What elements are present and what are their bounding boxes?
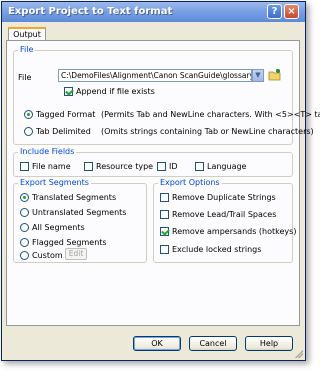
- untranslated-segments-label[interactable]: Untranslated Segments: [32, 208, 126, 217]
- output-tab-panel: File File C:\DemoFiles\Alignment\Canon S…: [6, 40, 320, 326]
- remove-duplicates-checkbox[interactable]: [160, 193, 169, 202]
- ok-button[interactable]: OK: [133, 336, 181, 351]
- exclude-locked-label[interactable]: Exclude locked strings: [172, 245, 261, 254]
- untranslated-segments-radio[interactable]: [20, 208, 29, 217]
- file-group-legend: File: [18, 45, 36, 54]
- tab-delimited-description: (Omits strings containing Tab or NewLine…: [101, 127, 314, 136]
- export-segments-group: Export Segments Translated Segments Untr…: [13, 178, 147, 263]
- tagged-format-radio[interactable]: [24, 110, 33, 119]
- file-path-combobox[interactable]: C:\DemoFiles\Alignment\Canon ScanGuide\g…: [58, 69, 252, 82]
- browse-folder-icon[interactable]: [268, 68, 282, 82]
- tagged-format-label[interactable]: Tagged Format: [36, 110, 95, 119]
- export-options-legend: Export Options: [158, 178, 222, 187]
- tab-delimited-radio[interactable]: [24, 127, 33, 136]
- file-group: File File C:\DemoFiles\Alignment\Canon S…: [13, 45, 320, 145]
- custom-radio[interactable]: [20, 251, 29, 260]
- language-checkbox[interactable]: [195, 162, 204, 171]
- window-title: Export Project to Text format: [8, 6, 173, 17]
- file-label: File: [18, 73, 32, 82]
- cancel-button[interactable]: Cancel: [189, 336, 237, 351]
- remove-spaces-label[interactable]: Remove Lead/Trail Spaces: [172, 210, 276, 219]
- tagged-format-description: (Permits Tab and NewLine characters. Wit…: [101, 110, 320, 119]
- flagged-segments-label[interactable]: Flagged Segments: [32, 238, 107, 247]
- append-label[interactable]: Append if file exists: [76, 87, 155, 96]
- tab-delimited-label[interactable]: Tab Delimited: [36, 127, 91, 136]
- include-fields-legend: Include Fields: [18, 147, 77, 156]
- file-name-label[interactable]: File name: [32, 162, 71, 171]
- language-label[interactable]: Language: [207, 162, 246, 171]
- export-segments-legend: Export Segments: [18, 178, 91, 187]
- file-dropdown-button[interactable]: ▼: [252, 69, 264, 82]
- append-checkbox[interactable]: [64, 87, 73, 96]
- export-dialog: Export Project to Text format ? × Output…: [1, 1, 320, 361]
- chevron-down-icon: ▼: [255, 71, 261, 79]
- remove-ampersands-checkbox[interactable]: [160, 227, 169, 236]
- resource-type-checkbox[interactable]: [84, 162, 93, 171]
- remove-ampersands-label[interactable]: Remove ampersands (hotkeys): [172, 227, 296, 236]
- exclude-locked-checkbox[interactable]: [160, 245, 169, 254]
- edit-custom-button[interactable]: Edit: [65, 248, 87, 260]
- flagged-segments-radio[interactable]: [20, 238, 29, 247]
- help-button[interactable]: Help: [245, 336, 293, 351]
- id-label[interactable]: ID: [169, 162, 178, 171]
- resize-grip-icon[interactable]: [293, 348, 303, 358]
- remove-duplicates-label[interactable]: Remove Duplicate Strings: [172, 193, 276, 202]
- all-segments-radio[interactable]: [20, 223, 29, 232]
- translated-segments-radio[interactable]: [20, 193, 29, 202]
- include-fields-group: Include Fields File name Resource type I…: [13, 147, 293, 177]
- close-button[interactable]: ×: [284, 4, 299, 19]
- translated-segments-label[interactable]: Translated Segments: [32, 193, 116, 202]
- custom-label[interactable]: Custom: [32, 251, 63, 260]
- remove-spaces-checkbox[interactable]: [160, 210, 169, 219]
- file-name-checkbox[interactable]: [20, 162, 29, 171]
- help-title-button[interactable]: ?: [267, 4, 282, 19]
- all-segments-label[interactable]: All Segments: [32, 223, 85, 232]
- export-options-group: Export Options Remove Duplicate Strings …: [153, 178, 296, 263]
- id-checkbox[interactable]: [157, 162, 166, 171]
- title-bar[interactable]: Export Project to Text format ? ×: [2, 2, 305, 22]
- resource-type-label[interactable]: Resource type: [96, 162, 153, 171]
